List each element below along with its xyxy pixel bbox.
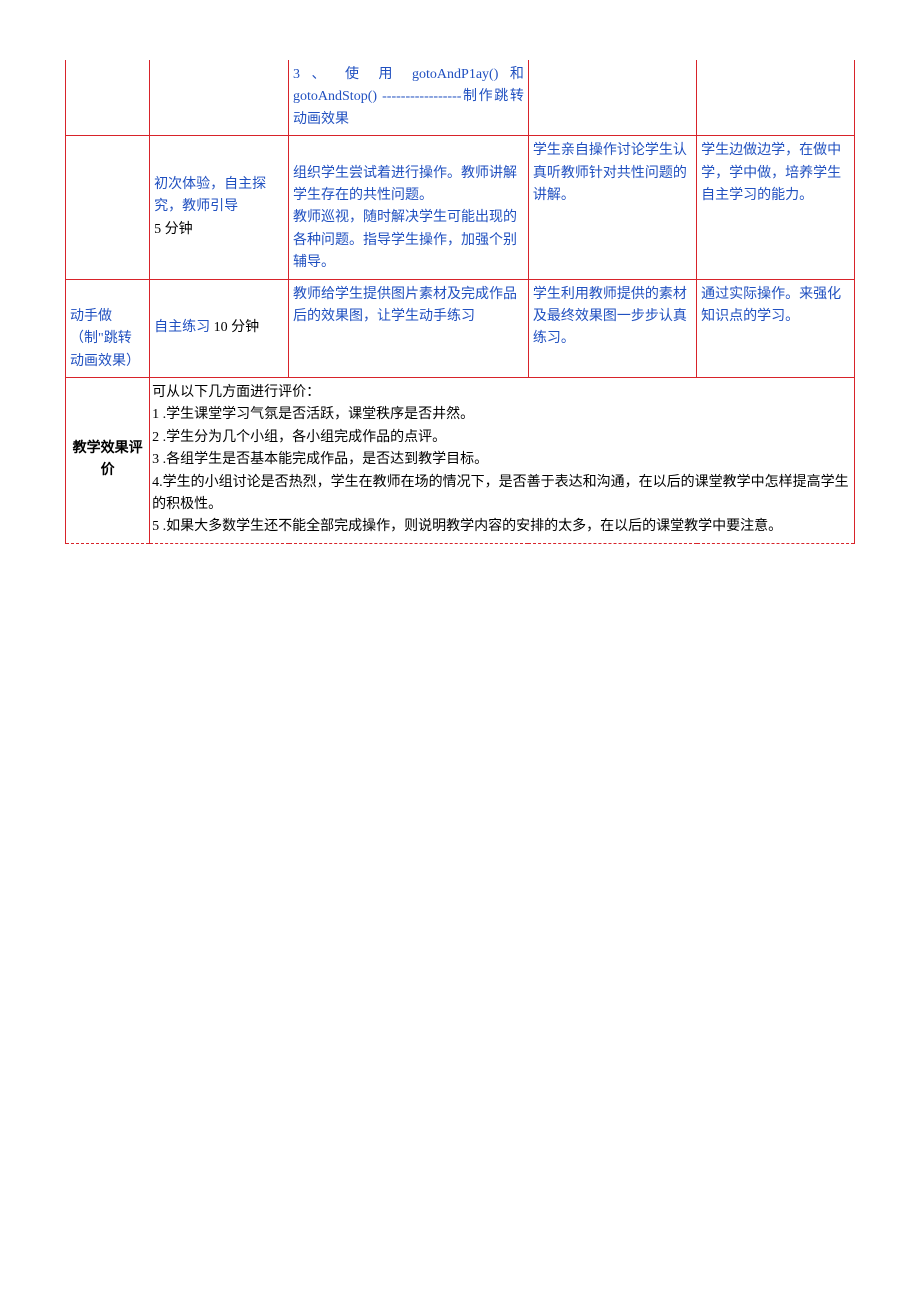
cell-section-title: 动手做 （制"跳转动画效果）	[66, 279, 150, 378]
item-text: .学生课堂学习气氛是否活跃，课堂秩序是否井然。	[159, 407, 474, 422]
teacher-activity-text: 教师给学生提供图片素材及完成作品后的效果图，让学生动手练习	[293, 287, 517, 324]
cell-stage: 初次体验，自主探究，教师引导 5 分钟	[150, 136, 289, 279]
cell	[150, 60, 289, 136]
item-text: .各组学生是否基本能完成作品，是否达到教学目标。	[159, 452, 488, 467]
item-text: .学生分为几个小组，各小组完成作品的点评。	[159, 430, 446, 445]
eval-item: 2 .学生分为几个小组，各小组完成作品的点评。	[152, 427, 850, 449]
cell-eval-header: 教学效果评价	[66, 378, 150, 544]
cell-student-activity: 学生亲自操作讨论学生认真听教师针对共性问题的讲解。	[528, 136, 696, 279]
table-row: 动手做 （制"跳转动画效果） 自主练习 10 分钟 教师给学生提供图片素材及完成…	[66, 279, 855, 378]
purpose-text: 学生边做边学，在做中学，学中做，培养学生自主学习的能力。	[701, 143, 841, 203]
stage-duration: 5 分钟	[154, 222, 193, 237]
student-activity-text: 学生亲自操作讨论学生认真听教师针对共性问题的讲解。	[533, 143, 687, 203]
purpose-text: 通过实际操作。来强化知识点的学习。	[701, 287, 841, 324]
cell	[66, 60, 150, 136]
cell-student-activity: 学生利用教师提供的素材及最终效果图一步步认真练习。	[528, 279, 696, 378]
cell	[66, 136, 150, 279]
eval-item: 1 .学生课堂学习气氛是否活跃，课堂秩序是否井然。	[152, 404, 850, 426]
teacher-activity-text: 组织学生尝试着进行操作。教师讲解学生存在的共性问题。 教师巡视，随时解决学生可能…	[293, 166, 517, 271]
cell-purpose: 通过实际操作。来强化知识点的学习。	[697, 279, 855, 378]
stage-duration: 10 分钟	[210, 320, 259, 335]
student-activity-text: 学生利用教师提供的素材及最终效果图一步步认真练习。	[533, 287, 687, 347]
cell-teacher-activity: 组织学生尝试着进行操作。教师讲解学生存在的共性问题。 教师巡视，随时解决学生可能…	[289, 136, 529, 279]
cell-eval-content: 可从以下几方面进行评价： 1 .学生课堂学习气氛是否活跃，课堂秩序是否井然。 2…	[150, 378, 855, 544]
eval-item: 4.学生的小组讨论是否热烈，学生在教师在场的情况下，是否善于表达和沟通，在以后的…	[152, 472, 850, 517]
cell-stage: 自主练习 10 分钟	[150, 279, 289, 378]
table-row: 初次体验，自主探究，教师引导 5 分钟 组织学生尝试着进行操作。教师讲解学生存在…	[66, 136, 855, 279]
table-row: 3 、 使 用 gotoAndP1ay() 和gotoAndStop() ---…	[66, 60, 855, 136]
stage-title: 自主练习	[154, 320, 210, 335]
eval-header-text: 教学效果评价	[73, 441, 143, 478]
section-title-text: 动手做 （制"跳转动画效果）	[70, 309, 140, 369]
cell-code-content: 3 、 使 用 gotoAndP1ay() 和gotoAndStop() ---…	[289, 60, 529, 136]
lesson-plan-table: 3 、 使 用 gotoAndP1ay() 和gotoAndStop() ---…	[65, 60, 855, 544]
code-text: 3 、 使 用 gotoAndP1ay() 和gotoAndStop() ---…	[293, 67, 524, 127]
eval-item: 5 .如果大多数学生还不能全部完成操作，则说明教学内容的安排的太多，在以后的课堂…	[152, 516, 850, 538]
cell	[528, 60, 696, 136]
cell-teacher-activity: 教师给学生提供图片素材及完成作品后的效果图，让学生动手练习	[289, 279, 529, 378]
cell	[697, 60, 855, 136]
table-row: 教学效果评价 可从以下几方面进行评价： 1 .学生课堂学习气氛是否活跃，课堂秩序…	[66, 378, 855, 544]
cell-purpose: 学生边做边学，在做中学，学中做，培养学生自主学习的能力。	[697, 136, 855, 279]
stage-title: 初次体验，自主探究，教师引导	[154, 177, 266, 214]
item-text: .如果大多数学生还不能全部完成操作，则说明教学内容的安排的太多，在以后的课堂教学…	[159, 519, 782, 534]
eval-item: 3 .各组学生是否基本能完成作品，是否达到教学目标。	[152, 449, 850, 471]
eval-intro: 可从以下几方面进行评价：	[152, 382, 850, 404]
